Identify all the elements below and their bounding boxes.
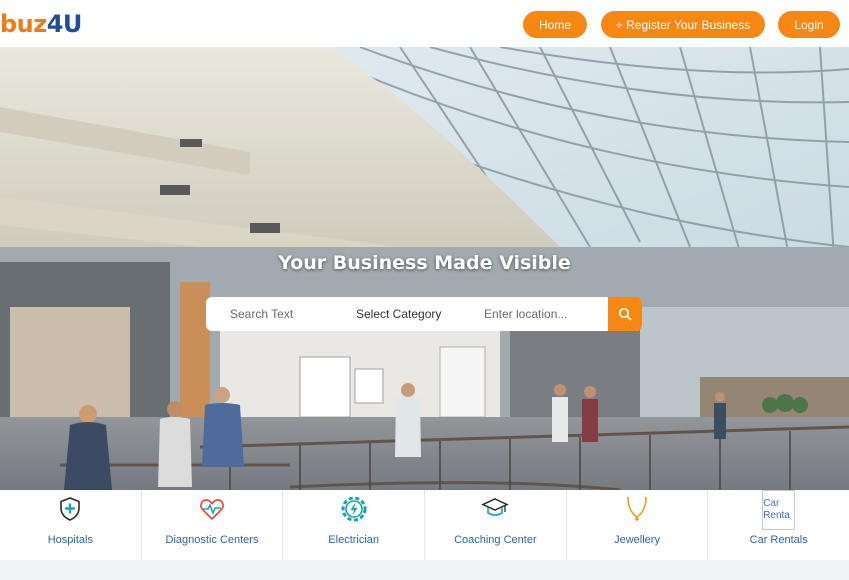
- broken-image-icon: Car Renta: [762, 490, 796, 530]
- category-select[interactable]: Select Category: [324, 297, 454, 331]
- logo-part-4u: 4U: [46, 10, 83, 38]
- heart-pulse-icon: [197, 494, 227, 524]
- category-coaching-center[interactable]: Coaching Center: [425, 490, 567, 560]
- login-button[interactable]: Login: [778, 11, 840, 38]
- hero-title: Your Business Made Visible: [278, 252, 571, 274]
- search-bar: Select Category: [206, 297, 642, 331]
- category-hospitals[interactable]: Hospitals: [0, 490, 142, 560]
- shield-medical-icon: [55, 494, 85, 524]
- category-diagnostic-centers[interactable]: Diagnostic Centers: [142, 490, 284, 560]
- category-label: Car Rentals: [749, 534, 808, 546]
- logo-part-buz: buz: [0, 10, 47, 38]
- category-electrician[interactable]: Electrician: [283, 490, 426, 560]
- category-label: Jewellery: [614, 534, 660, 546]
- home-button[interactable]: Home: [523, 11, 587, 38]
- category-list: Hospitals Diagnostic Centers Electrician: [0, 490, 849, 560]
- search-button[interactable]: [608, 297, 642, 331]
- necklace-icon: [622, 494, 652, 524]
- location-input[interactable]: [454, 297, 606, 331]
- graduation-cap-icon: [480, 494, 510, 524]
- category-label: Hospitals: [47, 534, 93, 546]
- register-business-button[interactable]: + Register Your Business: [601, 11, 765, 38]
- hero-banner: Your Business Made Visible Select Catego…: [0, 47, 849, 490]
- search-icon: [618, 307, 632, 321]
- site-header: buz4U Home + Register Your Business Logi…: [0, 0, 849, 47]
- category-label: Diagnostic Centers: [165, 534, 259, 546]
- category-label: Coaching Center: [454, 534, 537, 546]
- category-car-rentals[interactable]: Car Renta Car Rentals: [708, 490, 849, 560]
- gear-bolt-icon: [339, 494, 369, 524]
- page: buz4U Home + Register Your Business Logi…: [0, 0, 849, 580]
- category-jewellery[interactable]: Jewellery: [567, 490, 709, 560]
- car-rentals-image-alt-text: Car Renta: [763, 498, 790, 521]
- page-bottom-strip: [0, 560, 849, 580]
- category-label: Electrician: [328, 534, 380, 546]
- site-logo[interactable]: buz4U: [0, 10, 82, 38]
- search-text-input[interactable]: [206, 297, 324, 331]
